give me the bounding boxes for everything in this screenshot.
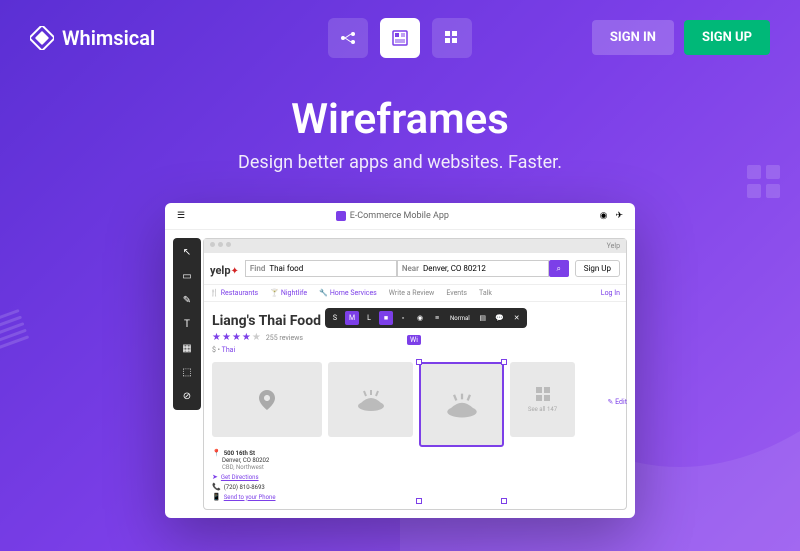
layer-tool[interactable]: ▤ <box>476 311 490 325</box>
resize-handle[interactable] <box>501 498 507 504</box>
hero-subtitle: Design better apps and websites. Faster. <box>0 152 800 173</box>
wf-nav: 🍴Restaurants 🍸Nightlife 🔧Home Services W… <box>204 285 626 302</box>
brand-name: Whimsical <box>62 26 155 50</box>
map-placeholder[interactable] <box>212 362 322 437</box>
signin-button[interactable]: SIGN IN <box>592 20 674 55</box>
left-toolbar: ↖ ▭ ✎ T ▦ ⬚ ⊘ <box>173 238 201 410</box>
canvas-body[interactable]: ↖ ▭ ✎ T ▦ ⬚ ⊘ Yelp yelp✦ FindThai food N… <box>165 230 635 518</box>
edit-link[interactable]: ✎ Edit <box>608 398 627 406</box>
nav-center <box>328 18 472 58</box>
menu-icon[interactable]: ☰ <box>177 211 185 221</box>
resize-handle[interactable] <box>416 359 422 365</box>
align-tool[interactable]: ≡ <box>430 311 444 325</box>
size-m[interactable]: M <box>345 311 359 325</box>
nav-sticky[interactable] <box>432 18 472 58</box>
canvas-header: ☰ E-Commerce Mobile App ◉ ✈ <box>165 203 635 230</box>
comment-tool[interactable]: 💬 <box>493 311 507 325</box>
canvas-title: E-Commerce Mobile App <box>336 211 449 221</box>
canvas-actions: ◉ ✈ <box>600 211 623 221</box>
nav-restaurants[interactable]: 🍴Restaurants <box>210 289 258 297</box>
nav-nightlife[interactable]: 🍸Nightlife <box>270 289 307 297</box>
auth-buttons: SIGN IN SIGN UP <box>592 20 770 55</box>
star-icon: ★ <box>252 332 261 343</box>
search-icon[interactable]: ⌕ <box>549 260 569 277</box>
brand-logo[interactable]: Whimsical <box>30 26 155 50</box>
near-input[interactable]: NearDenver, CO 80212 <box>397 260 549 277</box>
food-image-1[interactable] <box>328 362 413 437</box>
nav-talk[interactable]: Talk <box>479 289 492 297</box>
image-gallery: 📍500 16th St Denver, CO 80202 CBD, North… <box>212 362 618 501</box>
nav-wireframes[interactable] <box>380 18 420 58</box>
star-icon: ★ <box>212 332 221 343</box>
nav-flowchart[interactable] <box>328 18 368 58</box>
size-s[interactable]: S <box>328 311 342 325</box>
pen-tool[interactable]: ✎ <box>177 290 197 310</box>
canvas-title-text: E-Commerce Mobile App <box>350 211 449 221</box>
hero-title: Wireframes <box>0 95 800 144</box>
context-toolbar[interactable]: S M L ■ ▫ ◉ ≡ Normal ▤ 💬 ✕ <box>325 308 527 328</box>
rect-tool[interactable]: ▭ <box>177 266 197 286</box>
pin-icon: 📍 <box>212 449 221 457</box>
star-icon: ★ <box>222 332 231 343</box>
phone-icon: 📞 <box>212 483 221 491</box>
food-image-selected[interactable] <box>419 362 504 447</box>
demo-canvas: ☰ E-Commerce Mobile App ◉ ✈ ↖ ▭ ✎ T ▦ ⬚ … <box>165 203 635 518</box>
wf-header: yelp✦ FindThai food NearDenver, CO 80212… <box>204 253 626 285</box>
business-info: 📍500 16th St Denver, CO 80202 CBD, North… <box>212 447 322 501</box>
cursor-label: Wi <box>407 335 421 345</box>
resize-handle[interactable] <box>416 498 422 504</box>
button-tool[interactable]: ⬚ <box>177 362 197 382</box>
nav-homeservices[interactable]: 🔧Home Services <box>319 289 377 297</box>
site-header: Whimsical SIGN IN SIGN UP <box>0 0 800 75</box>
signup-button[interactable]: SIGN UP <box>684 20 770 55</box>
share-icon[interactable]: ✈ <box>615 211 623 221</box>
yelp-logo: yelp✦ <box>210 259 239 278</box>
fill-tool[interactable]: ■ <box>379 311 393 325</box>
business-meta: $ • Thai <box>212 346 618 354</box>
star-icon: ★ <box>232 332 241 343</box>
wireframe-frame[interactable]: Yelp yelp✦ FindThai food NearDenver, CO … <box>203 238 627 510</box>
send-phone-link[interactable]: Send to your Phone <box>224 494 276 501</box>
directions-icon: ➤ <box>212 473 218 481</box>
mobile-icon: 📱 <box>212 493 221 501</box>
decoration-lines <box>0 305 31 354</box>
brand-icon <box>30 26 54 50</box>
see-all-tile[interactable]: See all 147 <box>510 362 575 437</box>
star-icon: ★ <box>242 332 251 343</box>
business-name: Liang's Thai Food <box>212 313 321 329</box>
wf-signup-button[interactable]: Sign Up <box>575 260 620 277</box>
link-tool[interactable]: ⊘ <box>177 386 197 406</box>
wf-content: Liang's Thai Food ✓ Claimed ★★★★★ 255 re… <box>204 302 626 509</box>
nav-writereview[interactable]: Write a Review <box>389 289 435 297</box>
find-input[interactable]: FindThai food <box>245 260 397 277</box>
size-l[interactable]: L <box>362 311 376 325</box>
hero-section: Wireframes Design better apps and websit… <box>0 95 800 173</box>
nav-login[interactable]: Log In <box>601 289 620 297</box>
weight-select[interactable]: Normal <box>447 311 473 325</box>
cursor-tool[interactable]: ↖ <box>177 242 197 262</box>
close-toolbar[interactable]: ✕ <box>510 311 524 325</box>
border-tool[interactable]: ▫ <box>396 311 410 325</box>
doc-icon <box>336 211 346 221</box>
directions-link[interactable]: Get Directions <box>221 474 259 481</box>
text-tool[interactable]: ◉ <box>413 311 427 325</box>
search-bar: FindThai food NearDenver, CO 80212 ⌕ <box>245 260 569 277</box>
nav-events[interactable]: Events <box>446 289 467 297</box>
text-tool[interactable]: T <box>177 314 197 334</box>
review-count: 255 reviews <box>266 334 303 342</box>
image-tool[interactable]: ▦ <box>177 338 197 358</box>
browser-chrome: Yelp <box>204 239 626 253</box>
resize-handle[interactable] <box>501 359 507 365</box>
user-icon[interactable]: ◉ <box>600 211 608 221</box>
